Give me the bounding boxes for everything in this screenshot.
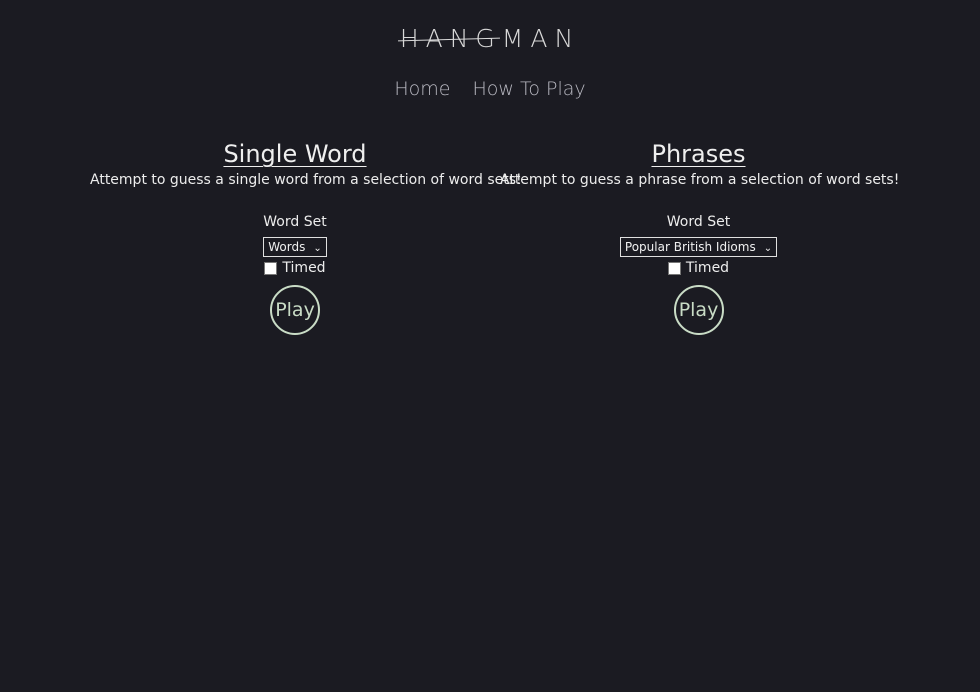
phrases-timed-checkbox[interactable] <box>667 261 681 275</box>
logo-struck-letters: HANG <box>399 24 502 53</box>
single-word-timed-row: Timed <box>90 260 500 276</box>
phrases-set-label: Word Set <box>666 214 731 230</box>
chevron-down-icon: ⌄ <box>763 243 773 254</box>
chevron-down-icon: ⌄ <box>313 243 322 254</box>
single-word-panel: Single Word Attempt to guess a single wo… <box>90 140 522 335</box>
phrases-timed-row: Timed <box>500 260 897 276</box>
phrases-description: Attempt to guess a phrase from a selecti… <box>500 172 900 188</box>
hangman-page: HANGMAN Home How To Play Single Word Att… <box>0 0 980 692</box>
hangman-logo: HANGMAN <box>0 24 980 53</box>
single-word-description: Attempt to guess a single word from a se… <box>90 172 522 188</box>
main-nav: Home How To Play <box>0 78 980 100</box>
phrases-set-select[interactable]: Popular British Idioms ⌄ <box>619 237 778 257</box>
phrases-play-button[interactable]: Play <box>673 285 724 335</box>
single-word-play-button[interactable]: Play <box>270 285 320 335</box>
logo-remaining-letters: MAN <box>501 24 581 53</box>
phrases-title: Phrases <box>651 140 746 168</box>
single-word-timed-checkbox[interactable] <box>264 261 278 275</box>
single-word-title: Single Word <box>223 140 367 168</box>
nav-how-to-play-link[interactable]: How To Play <box>473 78 586 100</box>
single-word-set-label: Word Set <box>263 214 327 230</box>
single-word-set-select[interactable]: Words ⌄ <box>263 237 327 257</box>
phrases-panel: Phrases Attempt to guess a phrase from a… <box>500 140 900 335</box>
single-word-timed-label: Timed <box>282 260 326 276</box>
phrases-timed-label: Timed <box>685 260 730 276</box>
nav-home-link[interactable]: Home <box>394 78 450 100</box>
phrases-set-selected: Popular British Idioms <box>624 240 756 254</box>
single-word-set-selected: Words <box>268 240 306 254</box>
